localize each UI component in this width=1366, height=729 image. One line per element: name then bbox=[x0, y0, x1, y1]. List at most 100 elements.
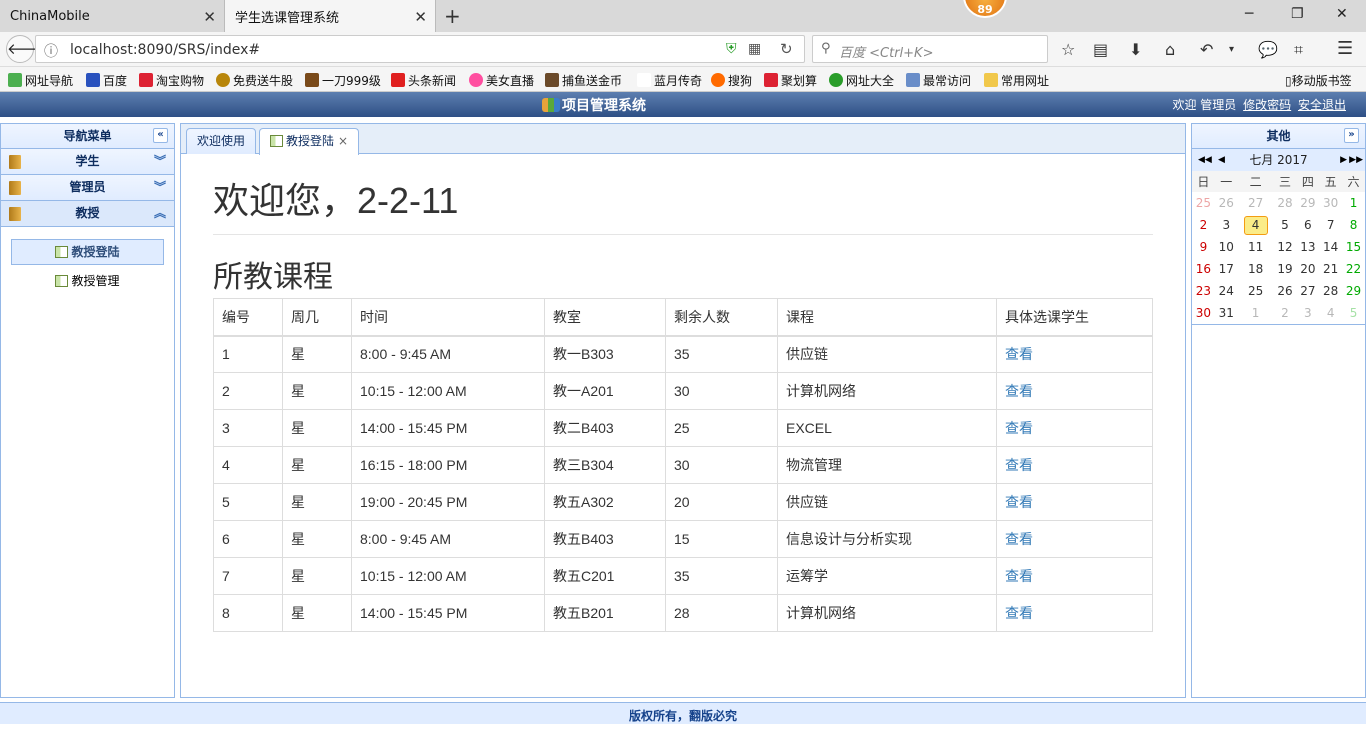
calendar-day[interactable]: 29 bbox=[1296, 192, 1319, 214]
calendar-day[interactable]: 22 bbox=[1342, 258, 1365, 280]
address-bar[interactable]: ⓘ localhost:8090/SRS/index# ⛨ ▦ ↻ bbox=[35, 35, 805, 63]
accordion-admin[interactable]: 管理员 ︾ bbox=[1, 175, 174, 201]
chevron-down-icon[interactable]: ︾ bbox=[154, 175, 166, 200]
collapse-left-icon[interactable]: « bbox=[153, 128, 168, 143]
next-month-icon[interactable]: ▶ bbox=[1340, 149, 1347, 171]
tab-professor-login[interactable]: 教授登陆 × bbox=[259, 128, 360, 155]
chevron-down-icon[interactable]: ︾ bbox=[154, 149, 166, 174]
view-students-link[interactable]: 查看 bbox=[1005, 346, 1033, 362]
expand-right-icon[interactable]: » bbox=[1344, 128, 1359, 143]
crop-icon[interactable]: ⌗ bbox=[1294, 40, 1303, 60]
calendar-month-label[interactable]: 七月 2017 bbox=[1249, 153, 1307, 167]
bookmark-item[interactable]: 百度 bbox=[86, 72, 127, 89]
view-students-link[interactable]: 查看 bbox=[1005, 605, 1033, 621]
calendar-day[interactable]: 17 bbox=[1215, 258, 1238, 280]
calendar-day[interactable]: 21 bbox=[1319, 258, 1342, 280]
undo-icon[interactable]: ↶ bbox=[1200, 40, 1213, 59]
accordion-professor[interactable]: 教授 ︽ bbox=[1, 201, 174, 227]
reading-list-icon[interactable]: ▤ bbox=[1093, 40, 1108, 59]
shield-icon[interactable]: ⛨ bbox=[726, 41, 737, 57]
calendar-day[interactable]: 10 bbox=[1215, 236, 1238, 258]
browser-tab-chinamobile[interactable]: ChinaMobile ✕ bbox=[0, 0, 224, 32]
tab-close-icon[interactable]: ✕ bbox=[414, 8, 427, 26]
bookmark-folder[interactable]: 常用网址 bbox=[984, 72, 1049, 89]
bookmark-item[interactable]: 免费送牛股 bbox=[216, 72, 293, 89]
prev-year-icon[interactable]: ◀◀ bbox=[1198, 149, 1212, 171]
calendar-day[interactable]: 18 bbox=[1238, 258, 1274, 280]
bookmark-item[interactable]: 蓝月传奇 bbox=[637, 72, 702, 89]
qrcode-icon[interactable]: ▦ bbox=[748, 41, 761, 57]
calendar-day[interactable]: 5 bbox=[1342, 302, 1365, 324]
logout-link[interactable]: 安全退出 bbox=[1298, 98, 1346, 112]
maximize-button[interactable]: ❐ bbox=[1291, 6, 1304, 22]
calendar-day[interactable]: 3 bbox=[1215, 214, 1238, 236]
bookmark-item[interactable]: 一刀999级 bbox=[305, 72, 381, 89]
calendar-day[interactable]: 20 bbox=[1296, 258, 1319, 280]
bookmark-item[interactable]: 网址大全 bbox=[829, 72, 894, 89]
sidebar-item-professor-login[interactable]: 教授登陆 bbox=[11, 239, 164, 265]
calendar-day[interactable]: 11 bbox=[1238, 236, 1274, 258]
search-box[interactable]: ⚲ 百度 <Ctrl+K> bbox=[812, 35, 1048, 63]
calendar-day[interactable]: 30 bbox=[1192, 302, 1215, 324]
bookmark-item[interactable]: 美女直播 bbox=[469, 72, 534, 89]
dropdown-icon[interactable]: ▾ bbox=[1229, 44, 1234, 55]
calendar-day[interactable]: 13 bbox=[1296, 236, 1319, 258]
bookmark-item[interactable]: 网址导航 bbox=[8, 72, 73, 89]
mobile-bookmarks[interactable]: ▯移动版书签 bbox=[1285, 72, 1352, 89]
info-icon[interactable]: ⓘ bbox=[44, 41, 58, 61]
change-password-link[interactable]: 修改密码 bbox=[1243, 98, 1291, 112]
prev-month-icon[interactable]: ◀ bbox=[1218, 149, 1225, 171]
view-students-link[interactable]: 查看 bbox=[1005, 383, 1033, 399]
calendar-day[interactable]: 2 bbox=[1192, 214, 1215, 236]
calendar-day[interactable]: 28 bbox=[1274, 192, 1297, 214]
calendar-day[interactable]: 9 bbox=[1192, 236, 1215, 258]
calendar-day[interactable]: 30 bbox=[1319, 192, 1342, 214]
next-year-icon[interactable]: ▶▶ bbox=[1349, 149, 1363, 171]
window-close-button[interactable]: ✕ bbox=[1336, 6, 1348, 22]
bookmark-item[interactable]: 聚划算 bbox=[764, 72, 817, 89]
calendar-day[interactable]: 2 bbox=[1274, 302, 1297, 324]
calendar-day[interactable]: 7 bbox=[1319, 214, 1342, 236]
bookmark-star-icon[interactable]: ☆ bbox=[1061, 40, 1075, 59]
calendar-day[interactable]: 25 bbox=[1238, 280, 1274, 302]
calendar-day[interactable]: 3 bbox=[1296, 302, 1319, 324]
accordion-student[interactable]: 学生 ︾ bbox=[1, 149, 174, 175]
bookmark-item[interactable]: 头条新闻 bbox=[391, 72, 456, 89]
calendar-day[interactable]: 26 bbox=[1274, 280, 1297, 302]
calendar-day[interactable]: 28 bbox=[1319, 280, 1342, 302]
calendar-day[interactable]: 29 bbox=[1342, 280, 1365, 302]
view-students-link[interactable]: 查看 bbox=[1005, 420, 1033, 436]
calendar-day[interactable]: 6 bbox=[1296, 214, 1319, 236]
menu-icon[interactable]: ☰ bbox=[1337, 38, 1353, 59]
tab-close-icon[interactable]: × bbox=[338, 134, 348, 148]
calendar-day[interactable]: 23 bbox=[1192, 280, 1215, 302]
calendar-day[interactable]: 31 bbox=[1215, 302, 1238, 324]
calendar-day[interactable]: 14 bbox=[1319, 236, 1342, 258]
calendar-day[interactable]: 25 bbox=[1192, 192, 1215, 214]
tab-close-icon[interactable]: ✕ bbox=[203, 8, 216, 26]
bookmark-item[interactable]: 最常访问 bbox=[906, 72, 971, 89]
view-students-link[interactable]: 查看 bbox=[1005, 494, 1033, 510]
bookmark-item[interactable]: 搜狗 bbox=[711, 72, 752, 89]
calendar-day[interactable]: 12 bbox=[1274, 236, 1297, 258]
browser-tab-active[interactable]: 学生选课管理系统 ✕ bbox=[224, 0, 436, 32]
calendar-day[interactable]: 4 bbox=[1319, 302, 1342, 324]
bookmark-item[interactable]: 淘宝购物 bbox=[139, 72, 204, 89]
view-students-link[interactable]: 查看 bbox=[1005, 568, 1033, 584]
back-button[interactable]: 🡐 bbox=[6, 35, 47, 63]
reload-icon[interactable]: ↻ bbox=[780, 40, 793, 58]
calendar-day[interactable]: 16 bbox=[1192, 258, 1215, 280]
view-students-link[interactable]: 查看 bbox=[1005, 457, 1033, 473]
tab-welcome[interactable]: 欢迎使用 bbox=[186, 128, 257, 154]
calendar-day[interactable]: 26 bbox=[1215, 192, 1238, 214]
sidebar-item-professor-manage[interactable]: 教授管理 bbox=[11, 269, 164, 295]
bookmark-item[interactable]: 捕鱼送金币 bbox=[545, 72, 622, 89]
calendar-day[interactable]: 15 bbox=[1342, 236, 1365, 258]
calendar-day[interactable]: 1 bbox=[1342, 192, 1365, 214]
calendar-day[interactable]: 5 bbox=[1274, 214, 1297, 236]
calendar-day[interactable]: 24 bbox=[1215, 280, 1238, 302]
calendar-day[interactable]: 8 bbox=[1342, 214, 1365, 236]
calendar-day[interactable]: 4 bbox=[1238, 214, 1274, 236]
download-icon[interactable]: ⬇ bbox=[1129, 40, 1142, 59]
chat-icon[interactable]: 💬 bbox=[1258, 40, 1278, 59]
